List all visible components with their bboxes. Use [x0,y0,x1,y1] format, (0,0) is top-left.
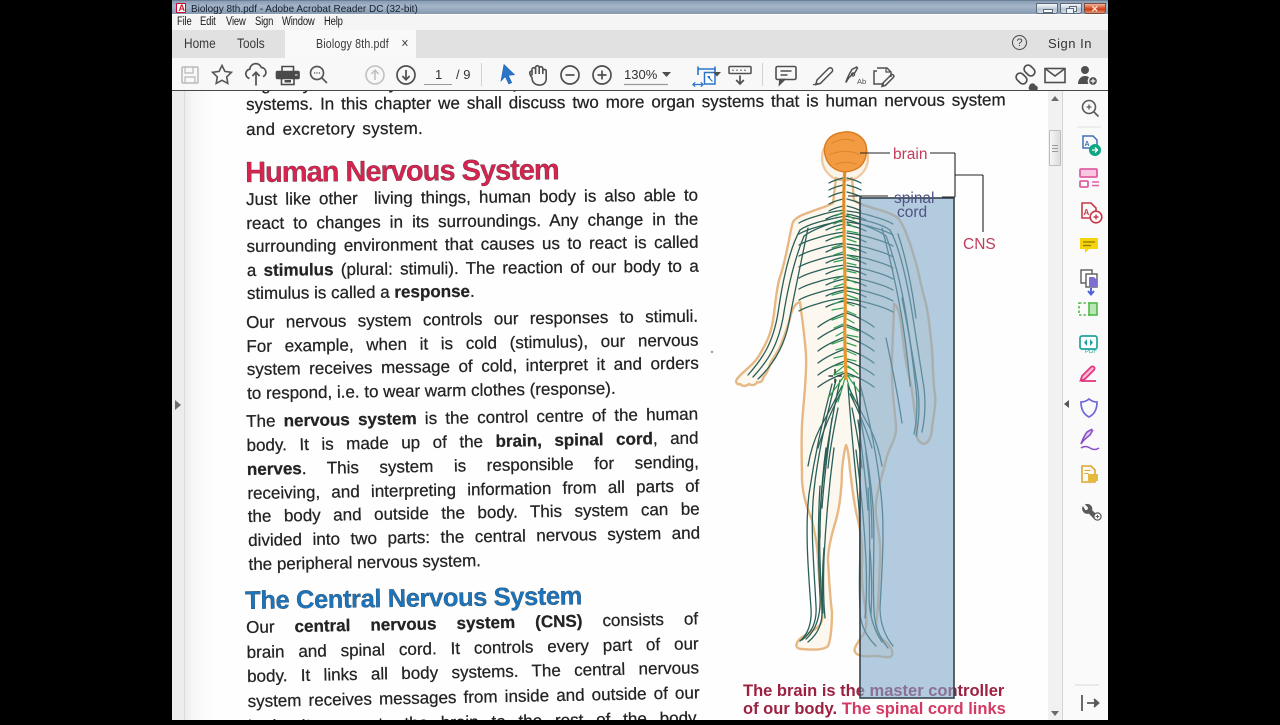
svg-text:A: A [1084,208,1090,217]
svg-text:1: 1 [435,67,442,82]
svg-text:of our body. The spinal cord l: of our body. The spinal cord links [743,700,1006,718]
svg-text:brain: brain [893,146,927,163]
svg-text:PDF: PDF [1085,349,1097,355]
svg-text:130%: 130% [624,67,658,82]
svg-text:/ 9: / 9 [456,67,470,82]
svg-text:CNS: CNS [963,236,996,253]
svg-text:Ab: Ab [857,77,866,86]
svg-text:A: A [1085,141,1090,148]
svg-text:cord: cord [897,204,927,221]
